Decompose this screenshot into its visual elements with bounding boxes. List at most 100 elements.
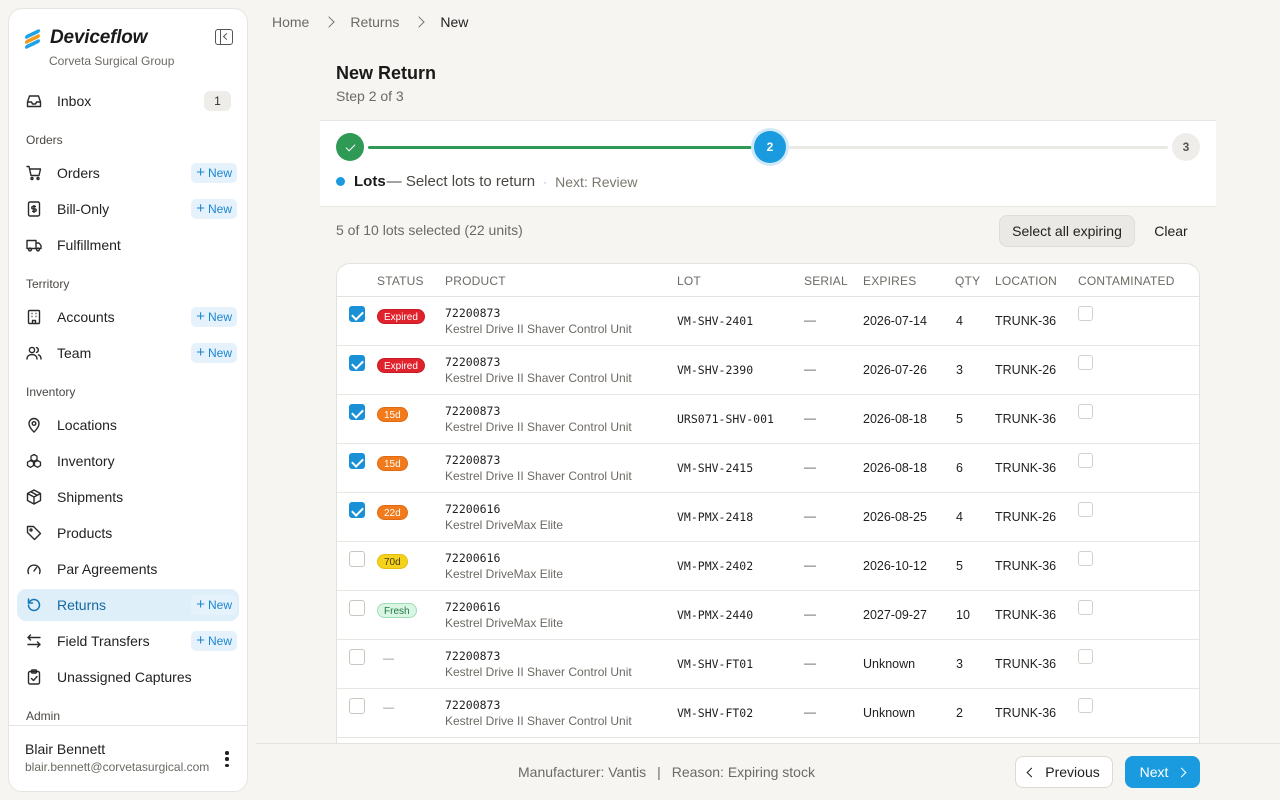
new-return-button[interactable]: + New [191,595,237,615]
user-profile[interactable]: Blair Bennett blair.bennett@corvetasurgi… [9,725,247,791]
sidebar-item-inventory[interactable]: Inventory [17,445,239,477]
location: TRUNK-26 [995,363,1057,377]
sidebar-item-team[interactable]: Team + New [17,337,239,369]
sidebar-item-locations[interactable]: Locations [17,409,239,441]
location: TRUNK-36 [995,314,1057,328]
column-header-serial: SERIAL [804,274,848,288]
more-vertical-icon[interactable] [225,751,229,767]
contaminated-checkbox[interactable] [1078,649,1093,664]
contaminated-checkbox[interactable] [1078,502,1093,517]
sidebar-item-label: Field Transfers [57,633,150,649]
chevron-right-icon [323,16,336,28]
product-code: 72200873 [445,453,501,467]
new-account-button[interactable]: + New [191,307,237,327]
sidebar-item-unassigned-captures[interactable]: Unassigned Captures [17,661,239,693]
row-select-checkbox[interactable] [349,404,365,420]
row-select-checkbox[interactable] [349,649,365,665]
brand[interactable]: Deviceflow [25,27,147,49]
column-header-qty: QTY [955,274,981,288]
row-select-checkbox[interactable] [349,600,365,616]
organization-name: Corveta Surgical Group [49,54,175,68]
previous-button-label: Previous [1045,764,1100,780]
sidebar-item-bill-only[interactable]: Bill-Only + New [17,193,239,225]
product-code: 72200616 [445,502,501,516]
status-badge: 70d [377,554,408,569]
chevron-left-icon [1026,767,1037,777]
serial-number: — [804,607,816,621]
sidebar-item-returns[interactable]: Returns + New [17,589,239,621]
row-select-checkbox[interactable] [349,502,365,518]
table-row[interactable]: 15d 72200873 Kestrel Drive II Shaver Contr… [337,395,1199,444]
new-order-button[interactable]: + New [191,163,237,183]
contaminated-checkbox[interactable] [1078,404,1093,419]
previous-button[interactable]: Previous [1015,756,1113,788]
row-select-checkbox[interactable] [349,551,365,567]
row-select-checkbox[interactable] [349,355,365,371]
row-select-checkbox[interactable] [349,306,365,322]
product-name: Kestrel Drive II Shaver Control Unit [445,665,632,679]
table-row[interactable]: — 72200873 Kestrel Drive II Shaver Control… [337,689,1199,738]
new-field-transfer-button[interactable]: + New [191,631,237,651]
sidebar-collapse-icon[interactable] [215,29,233,45]
user-email: blair.bennett@corvetasurgical.com [25,760,210,774]
sidebar-item-label: Team [57,345,92,361]
contaminated-checkbox[interactable] [1078,600,1093,615]
step-1-complete-check-icon[interactable] [336,133,364,161]
contaminated-checkbox[interactable] [1078,551,1093,566]
sidebar-item-products[interactable]: Products [17,517,239,549]
new-team-member-button[interactable]: + New [191,343,237,363]
row-select-checkbox[interactable] [349,453,365,469]
product-name: Kestrel Drive II Shaver Control Unit [445,469,632,483]
expiry-date: 2026-08-25 [863,510,927,524]
serial-number: — [804,313,816,327]
clear-selection-button[interactable]: Clear [1147,215,1195,247]
lot-number: VM-PMX-2440 [677,608,754,622]
users-icon [26,345,42,361]
location: TRUNK-36 [995,706,1057,720]
new-bill-only-button[interactable]: + New [191,199,237,219]
sidebar-item-par-agreements[interactable]: Par Agreements [17,553,239,585]
table-row[interactable]: Expired 72200873 Kestrel Drive II Shaver C… [337,346,1199,395]
sidebar-item-label: Returns [57,597,107,613]
sidebar-item-accounts[interactable]: Accounts + New [17,301,239,333]
status-badge: 15d [377,407,408,422]
step-description: — Select lots to return [386,173,536,190]
step-3-upcoming: 3 [1172,133,1200,161]
table-row[interactable]: 15d 72200873 Kestrel Drive II Shaver Contr… [337,444,1199,493]
chevron-right-icon [413,16,426,28]
contaminated-checkbox[interactable] [1078,698,1093,713]
table-row[interactable]: 70d 72200616 Kestrel DriveMax Elite VM-PMX-… [337,542,1199,591]
sidebar-item-orders[interactable]: Orders + New [17,157,239,189]
table-row[interactable]: — 72200873 Kestrel Drive II Shaver Control… [337,640,1199,689]
location: TRUNK-36 [995,412,1057,426]
contaminated-checkbox[interactable] [1078,355,1093,370]
sidebar-item-field-transfers[interactable]: Field Transfers + New [17,625,239,657]
table-row[interactable]: Fresh 72200616 Kestrel DriveMax Elite VM-PM… [337,591,1199,640]
column-header-location: LOCATION [995,274,1058,288]
row-select-checkbox[interactable] [349,698,365,714]
inbox-icon [26,93,42,109]
sidebar-item-label: Bill-Only [57,201,110,217]
sidebar-item-inbox[interactable]: Inbox 1 [17,85,239,117]
column-header-contaminated: CONTAMINATED [1078,274,1175,288]
sidebar-item-shipments[interactable]: Shipments [17,481,239,513]
column-header-lot: LOT [677,274,701,288]
contaminated-checkbox[interactable] [1078,306,1093,321]
table-row[interactable]: Expired 72200873 Kestrel Drive II Shaver C… [337,297,1199,346]
contaminated-checkbox[interactable] [1078,453,1093,468]
step-2-current[interactable]: 2 [754,131,786,163]
quantity: 2 [956,706,963,720]
product-code: 72200873 [445,306,501,320]
breadcrumb-returns[interactable]: Returns [350,14,399,30]
lot-number: URS071-SHV-001 [677,412,774,426]
serial-number: — [804,558,816,572]
status-badge: 22d [377,505,408,520]
sidebar-nav: Inbox 1 Orders Orders + New Bill-Only + Ne… [17,85,239,733]
table-row[interactable]: 22d 72200616 Kestrel DriveMax Elite VM-PMX-… [337,493,1199,542]
sidebar-item-fulfillment[interactable]: Fulfillment [17,229,239,261]
breadcrumb-home[interactable]: Home [272,14,309,30]
next-button[interactable]: Next [1125,756,1200,788]
select-all-expiring-button[interactable]: Select all expiring [999,215,1135,247]
step-separator: · [543,174,548,189]
meta-divider: | [657,764,661,780]
